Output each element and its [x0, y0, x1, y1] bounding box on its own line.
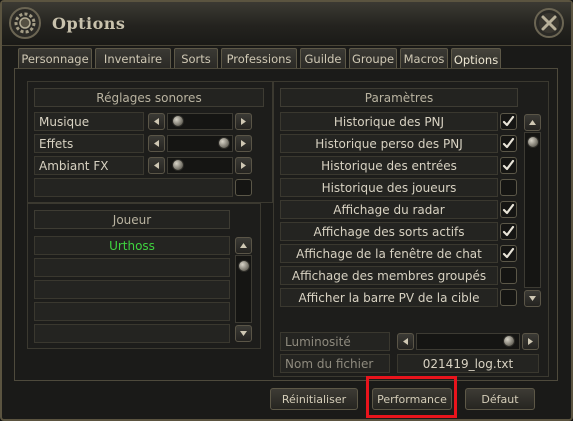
effects-decrease-button[interactable]: [148, 135, 165, 152]
params-scroll-down-button[interactable]: [524, 290, 541, 307]
options-content: Réglages sonores Musique Effets Ambiant …: [14, 68, 558, 381]
player-list-item[interactable]: [34, 280, 230, 299]
param-checkbox[interactable]: [500, 179, 517, 196]
scroll-thumb[interactable]: [238, 260, 250, 272]
param-item-label: Historique perso des PNJ: [280, 134, 498, 153]
brightness-slider[interactable]: [416, 333, 520, 350]
arrow-right-icon: [528, 338, 533, 345]
player-header: Joueur: [34, 210, 230, 229]
param-checkbox[interactable]: [500, 201, 517, 218]
gear-icon: [9, 7, 41, 39]
player-list-item[interactable]: [34, 324, 230, 343]
ambient-increase-button[interactable]: [235, 157, 252, 174]
arrow-right-icon: [241, 140, 246, 147]
sound-label-effects: Effets: [34, 134, 144, 153]
brightness-increase-button[interactable]: [522, 333, 539, 350]
tab-options[interactable]: Options: [451, 48, 501, 70]
param-checkbox[interactable]: [500, 245, 517, 262]
tab-personnage[interactable]: Personnage: [18, 48, 92, 69]
param-item-label: Afficher la barre PV de la cible: [280, 288, 498, 307]
sound-panel: Réglages sonores Musique Effets Ambiant …: [27, 81, 273, 203]
sound-label-music: Musique: [34, 112, 144, 131]
slider-knob[interactable]: [172, 115, 184, 127]
params-scrollbar[interactable]: [524, 132, 541, 288]
params-scroll-up-button[interactable]: [524, 114, 541, 131]
param-checkbox[interactable]: [500, 113, 517, 130]
scroll-thumb[interactable]: [527, 136, 539, 148]
slider-knob[interactable]: [218, 137, 230, 149]
filename-label: Nom du fichier: [280, 354, 390, 373]
close-icon[interactable]: [533, 7, 565, 39]
arrow-up-icon: [240, 243, 247, 248]
arrow-right-icon: [241, 118, 246, 125]
tab-sorts[interactable]: Sorts: [174, 48, 218, 69]
brightness-label: Luminosité: [280, 332, 390, 351]
tab-guilde[interactable]: Guilde: [300, 48, 346, 69]
sound-label-ambient: Ambiant FX: [34, 156, 144, 175]
params-header: Paramètres: [280, 88, 518, 107]
player-scroll-up-button[interactable]: [235, 237, 252, 254]
performance-button[interactable]: Performance: [372, 388, 452, 410]
param-item-label: Historique des entrées: [280, 156, 498, 175]
player-scrollbar[interactable]: [235, 255, 252, 323]
arrow-right-icon: [241, 162, 246, 169]
arrow-left-icon: [154, 162, 159, 169]
effects-increase-button[interactable]: [235, 135, 252, 152]
param-checkbox[interactable]: [500, 289, 517, 306]
player-list-item[interactable]: [34, 302, 230, 321]
checkmark-icon: [502, 115, 515, 127]
tab-inventaire[interactable]: Inventaire: [95, 48, 171, 69]
player-list-item[interactable]: Urthoss: [34, 236, 230, 255]
tab-bar: Personnage Inventaire Sorts Professions …: [18, 48, 501, 70]
player-scroll-down-button[interactable]: [235, 325, 252, 342]
arrow-left-icon: [154, 118, 159, 125]
reset-button[interactable]: Réinitialiser: [270, 388, 358, 410]
brightness-decrease-button[interactable]: [397, 333, 414, 350]
slider-knob[interactable]: [172, 159, 184, 171]
player-panel: Joueur Urthoss: [27, 203, 261, 349]
ambient-decrease-button[interactable]: [148, 157, 165, 174]
param-item-label: Affichage des membres groupés: [280, 266, 498, 285]
param-item-label: Affichage du radar: [280, 200, 498, 219]
ambient-slider[interactable]: [167, 157, 233, 174]
music-increase-button[interactable]: [235, 113, 252, 130]
title-bar[interactable]: Options: [2, 2, 571, 46]
sound-header: Réglages sonores: [34, 88, 264, 107]
arrow-left-icon: [403, 338, 408, 345]
arrow-up-icon: [529, 120, 536, 125]
music-slider[interactable]: [167, 113, 233, 130]
music-decrease-button[interactable]: [148, 113, 165, 130]
param-checkbox[interactable]: [500, 157, 517, 174]
window-title: Options: [52, 14, 126, 33]
checkmark-icon: [502, 247, 515, 259]
tab-macros[interactable]: Macros: [400, 48, 448, 69]
filename-field[interactable]: 021419_log.txt: [397, 354, 539, 373]
param-item-label: Historique des PNJ: [280, 112, 498, 131]
checkmark-icon: [502, 203, 515, 215]
param-checkbox[interactable]: [500, 267, 517, 284]
checkmark-icon: [502, 159, 515, 171]
params-panel: Paramètres Luminosité Nom du fichier 021…: [273, 81, 549, 377]
effects-slider[interactable]: [167, 135, 233, 152]
arrow-down-icon: [529, 296, 536, 301]
player-list-item[interactable]: [34, 258, 230, 277]
param-item-label: Affichage des sorts actifs: [280, 222, 498, 241]
param-checkbox[interactable]: [500, 223, 517, 240]
sound-checkbox[interactable]: [235, 179, 252, 196]
checkmark-icon: [502, 137, 515, 149]
sound-empty-row: [34, 178, 233, 197]
param-checkbox[interactable]: [500, 135, 517, 152]
slider-knob[interactable]: [503, 335, 515, 347]
checkmark-icon: [502, 225, 515, 237]
param-item-label: Affichage de la fenêtre de chat: [280, 244, 498, 263]
tab-groupe[interactable]: Groupe: [349, 48, 397, 69]
arrow-down-icon: [240, 331, 247, 336]
default-button[interactable]: Défaut: [465, 388, 535, 410]
tab-professions[interactable]: Professions: [221, 48, 297, 69]
param-item-label: Historique des joueurs: [280, 178, 498, 197]
arrow-left-icon: [154, 140, 159, 147]
